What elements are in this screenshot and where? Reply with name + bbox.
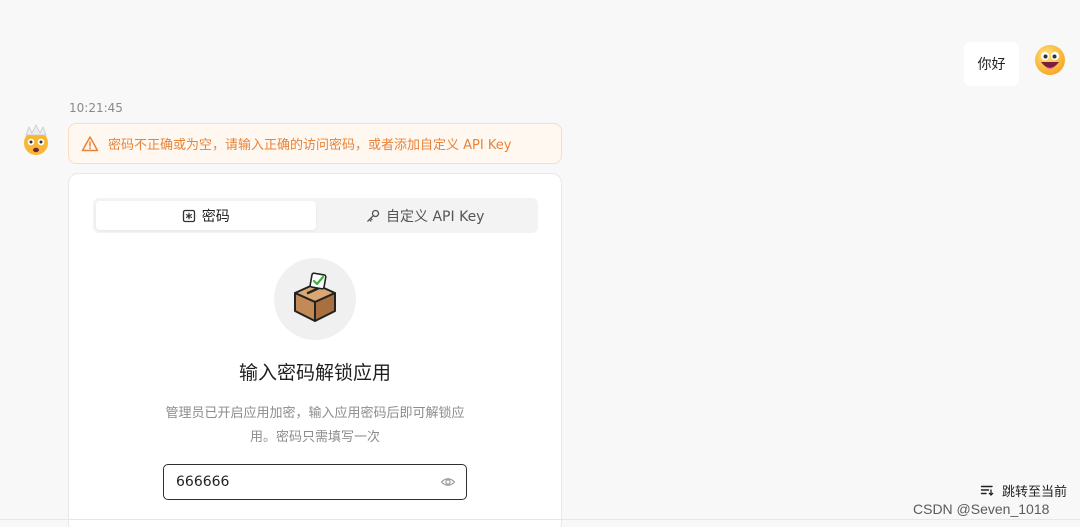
eye-icon[interactable] [440,474,456,490]
message-timestamp: 10:21:45 [69,101,123,115]
user-avatar [1034,44,1066,76]
exploding-head-emoji-icon [24,124,48,155]
assistant-avatar [19,123,53,157]
list-jump-icon [980,485,994,496]
jump-to-current-button[interactable]: 跳转至当前 [970,479,1080,501]
divider [0,519,1080,520]
tab-password-label: 密码 [201,208,230,225]
watermark: CSDN @Seven_1018 [913,501,1050,517]
password-input[interactable] [176,474,440,490]
asterisk-box-icon [182,209,195,222]
user-message-bubble: 你好 [964,42,1019,86]
tab-custom-api-key-label: 自定义 API Key [386,208,485,225]
ballot-box-check-icon [294,272,336,322]
jump-to-current-label: 跳转至当前 [1002,484,1068,500]
auth-tabs: 密码 自定义 API Key [93,198,538,233]
illustration-circle [274,258,356,340]
key-icon [367,209,380,222]
user-message-text: 你好 [977,57,1006,73]
tab-custom-api-key[interactable]: 自定义 API Key [316,201,536,230]
error-alert: 密码不正确或为空，请输入正确的访问密码，或者添加自定义 API Key [68,123,562,164]
alert-text: 密码不正确或为空，请输入正确的访问密码，或者添加自定义 API Key [108,138,512,153]
unlock-description: 管理员已开启应用加密，输入应用密码后即可解锁应用。密码只需填写一次 [165,406,465,445]
warning-triangle-icon [81,135,99,151]
grinning-face-emoji-icon [1035,45,1065,75]
password-field[interactable] [163,464,467,500]
tab-password[interactable]: 密码 [96,201,316,230]
unlock-title: 输入密码解锁应用 [238,362,391,384]
